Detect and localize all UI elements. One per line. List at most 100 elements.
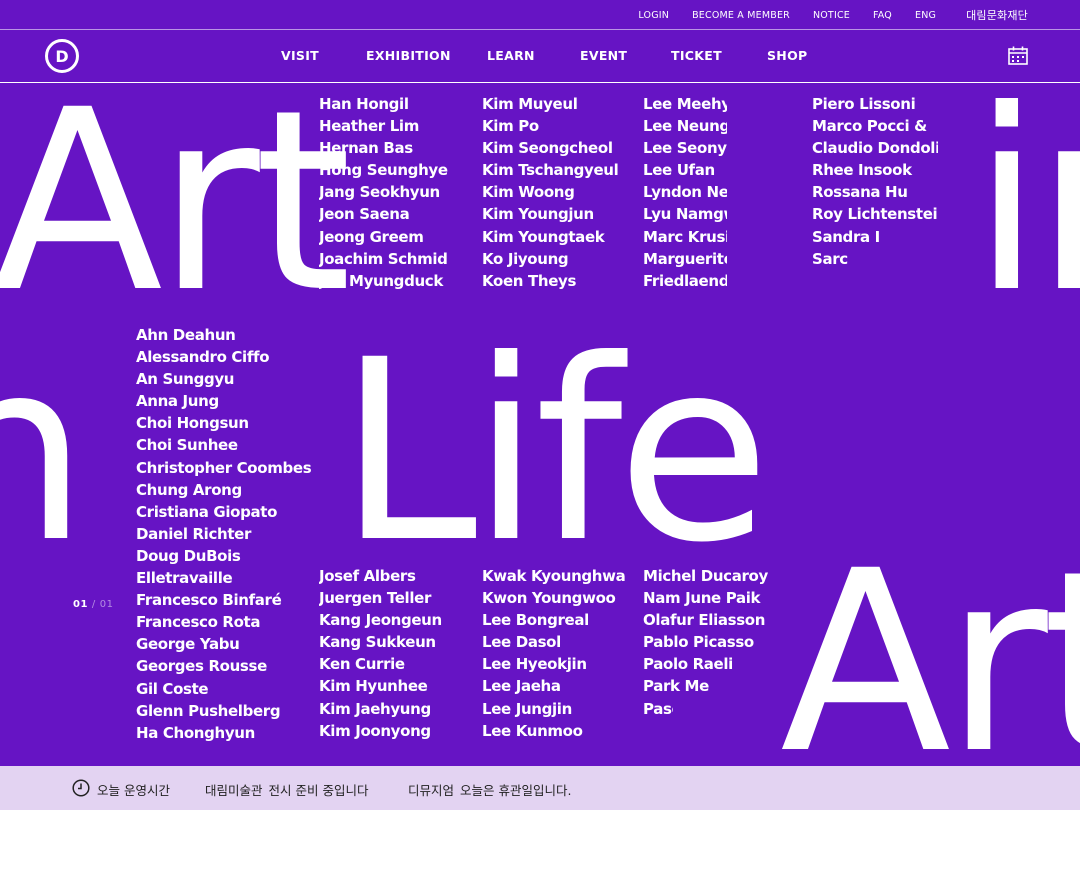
artist-name: Lee Neungho	[643, 117, 727, 136]
artist-name: Rhee Insook	[812, 161, 912, 180]
artist-name: Elletravaille	[136, 569, 233, 588]
artist-name: Marc Krusin	[643, 227, 727, 246]
artist-name: Koen Theys	[482, 271, 577, 290]
artist-name: Jeong Greem	[319, 227, 424, 246]
artist-name: Sandra I	[812, 227, 880, 246]
artist-name: Rossana Hu	[812, 183, 908, 202]
foundation-link[interactable]: 대림문화재단	[966, 7, 1028, 23]
museum-status-text-1: 전시 준비 중입니다	[268, 783, 369, 798]
artist-list-bottom-3: Kwak Kyounghwa Kwon Youngwoo Lee Bongrea…	[482, 565, 640, 742]
artist-name: An Sunggyu	[136, 370, 235, 389]
opening-hours-bar: 오늘 운영시간 대림미술관 전시 준비 중입니다 디뮤지엄 오늘은 휴관일입니다.	[0, 766, 1080, 810]
artist-name: Kim Po	[482, 117, 539, 136]
artist-name: Friedlaender	[643, 271, 727, 290]
artist-name: Jeon Saena	[319, 205, 410, 224]
artist-name: Kim Muyeul	[482, 95, 578, 113]
become-member-link[interactable]: BECOME A MEMBER	[692, 10, 790, 21]
artist-list-bottom-2: Josef Albers Juergen Teller Kang Jeongeu…	[319, 565, 479, 742]
artist-name: Claudio Dondoli	[812, 139, 938, 158]
artist-name: Ha Chonghyun	[136, 723, 255, 742]
notice-link[interactable]: NOTICE	[813, 10, 850, 21]
artist-name: Kang Jeongeun	[319, 611, 442, 630]
artist-name: Nam June Paik	[643, 589, 761, 608]
artist-name: Chung Arong	[136, 480, 242, 499]
artist-name: Doug DuBois	[136, 546, 241, 565]
artist-name: Glenn Pushelberg	[136, 701, 281, 720]
artist-name: Juergen Teller	[319, 589, 432, 608]
artist-name: Marco Pocci &	[812, 117, 927, 136]
artist-name: Lee Jungjin	[482, 699, 572, 718]
artist-name: Ahn Deahun	[136, 326, 236, 344]
artist-name: Marguerite	[643, 249, 727, 268]
artist-name: Joo Myungduck	[319, 271, 443, 290]
artist-name: Heather Lim	[319, 117, 419, 136]
hero-banner[interactable]: Art in n Life Art Han Hongil Heather Lim…	[0, 83, 1080, 766]
artist-name: Choi Sunhee	[136, 436, 238, 455]
artist-name: Cristiana Giopato	[136, 502, 278, 521]
artist-name: Paolo Raeli	[643, 655, 733, 674]
artist-name: Kim Seongcheol	[482, 139, 613, 158]
artist-name: Ko Jiyoung	[482, 249, 569, 268]
artist-name: Choi Hongsun	[136, 414, 249, 433]
artist-name: Francesco Rota	[136, 613, 261, 632]
nav-exhibition[interactable]: EXHIBITION	[366, 48, 451, 63]
main-nav: VISIT EXHIBITION LEARN EVENT TICKET SHOP	[0, 30, 1080, 82]
artist-name: Hong Seunghye	[319, 161, 448, 180]
museum-status-1: 대림미술관 전시 준비 중입니다	[205, 780, 368, 799]
artist-name: George Yabu	[136, 635, 240, 654]
artist-name: Kim Jaehyung	[319, 699, 431, 718]
artist-list-top-2: Kim Muyeul Kim Po Kim Seongcheol Kim Tsc…	[482, 93, 640, 292]
hero-word-art-top: Art	[0, 83, 352, 347]
site-header: LOGIN BECOME A MEMBER NOTICE FAQ ENG 대림문…	[0, 0, 1080, 82]
nav-learn[interactable]: LEARN	[487, 48, 535, 63]
artist-name: Hernan Bas	[319, 139, 413, 158]
artist-name: Jang Seokhyun	[319, 183, 440, 202]
artist-name: Francesco Binfaré	[136, 591, 282, 610]
language-link[interactable]: ENG	[915, 10, 936, 21]
artist-name: Alessandro Ciffo	[136, 348, 270, 367]
artist-name: Christopher Coombes	[136, 458, 312, 477]
artist-name: Lyu Namgwon	[643, 205, 727, 224]
artist-name: Lee Meehye	[643, 95, 727, 113]
pager-current: 01	[73, 599, 88, 610]
faq-link[interactable]: FAQ	[873, 10, 892, 21]
artist-name: Lee Jaeha	[482, 677, 561, 696]
artist-name: Michel Ducaroy	[643, 567, 768, 585]
hero-word-life: Life	[338, 306, 771, 597]
artist-list-top-3: Lee Meehye Lee Neungho Lee Seonyong Lee …	[643, 93, 727, 292]
login-link[interactable]: LOGIN	[638, 10, 669, 21]
artist-name: Park Me	[643, 677, 709, 696]
museum-name-2: 디뮤지엄	[408, 783, 455, 798]
artist-name: Lee Dasol	[482, 633, 561, 652]
museum-status-text-2: 오늘은 휴관일입니다.	[460, 783, 572, 798]
artist-name: Kang Sukkeun	[319, 633, 436, 652]
utility-nav: LOGIN BECOME A MEMBER NOTICE FAQ ENG 대림문…	[615, 0, 1028, 30]
hero-word-n: n	[0, 306, 88, 597]
artist-name: Piero Lissoni	[812, 95, 916, 113]
artist-list-bottom-4: Michel Ducaroy Nam June Paik Olafur Elia…	[643, 565, 768, 720]
nav-shop[interactable]: SHOP	[767, 48, 807, 63]
artist-name: Kwon Youngwoo	[482, 589, 616, 608]
artist-list-top-4: Piero Lissoni Marco Pocci & Claudio Dond…	[812, 93, 938, 270]
artist-name: Lee Hyeokjin	[482, 655, 587, 674]
nav-ticket[interactable]: TICKET	[671, 48, 722, 63]
artist-name: Lee Bongreal	[482, 611, 589, 630]
artist-name: Lee Ufan	[643, 161, 715, 180]
artist-name: Gil Coste	[136, 679, 209, 698]
artist-name: Lee Seonyong	[643, 139, 727, 158]
hero-word-art-bottom: Art	[780, 517, 1080, 767]
artist-name: Daniel Richter	[136, 524, 252, 543]
artist-name: Lee Kunmoo	[482, 721, 583, 740]
artist-name: Sarc	[812, 249, 848, 268]
nav-visit[interactable]: VISIT	[281, 48, 319, 63]
artist-name: Han Hongil	[319, 95, 409, 113]
artist-name: Roy Lichtenstein	[812, 205, 938, 224]
artist-name: Pasc	[643, 699, 673, 718]
nav-event[interactable]: EVENT	[580, 48, 627, 63]
museum-status-2: 디뮤지엄 오늘은 휴관일입니다.	[408, 780, 571, 799]
artist-list-bottom-1: Ahn Deahun Alessandro Ciffo An Sunggyu A…	[136, 324, 312, 744]
artist-name: Anna Jung	[136, 392, 219, 411]
calendar-icon[interactable]	[1008, 46, 1028, 65]
museum-name-1: 대림미술관	[205, 783, 263, 798]
artist-name: Ken Currie	[319, 655, 405, 674]
